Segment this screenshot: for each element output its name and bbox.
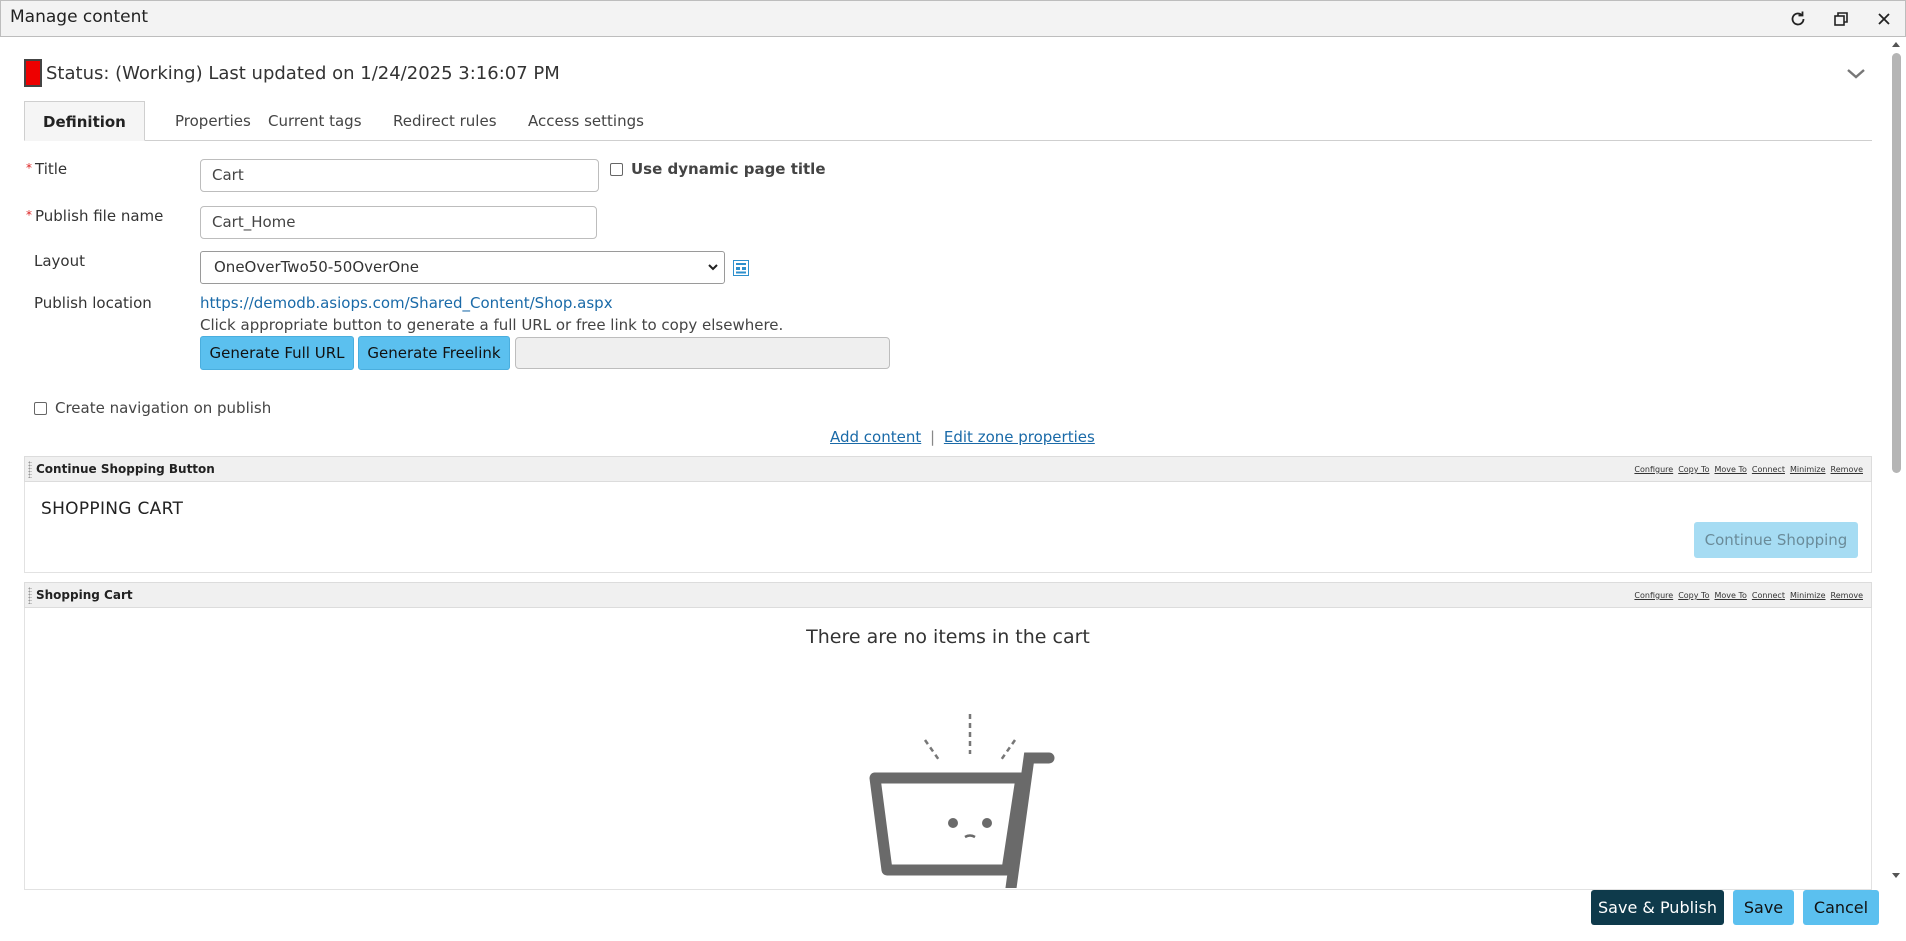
part-body-continue-shopping: SHOPPING CART Continue Shopping: [24, 482, 1872, 573]
edit-zone-properties-link[interactable]: Edit zone properties: [944, 428, 1095, 446]
dynamic-title-label: Use dynamic page title: [631, 160, 826, 178]
minimize-link[interactable]: Minimize: [1790, 591, 1826, 600]
status-text: Status: (Working) Last updated on 1/24/2…: [46, 62, 560, 84]
publish-file-label-text: Publish file name: [35, 207, 164, 225]
scrollbar-thumb[interactable]: [1892, 53, 1901, 473]
zone-links-separator: |: [930, 428, 936, 446]
chevron-down-icon[interactable]: [1845, 66, 1867, 82]
create-navigation-checkbox[interactable]: [34, 402, 47, 415]
copy-to-link[interactable]: Copy To: [1678, 465, 1709, 474]
layout-label: Layout: [34, 252, 85, 270]
refresh-icon[interactable]: [1785, 6, 1811, 32]
tab-bar: Definition Properties Current tags Redir…: [24, 101, 1872, 141]
cancel-button[interactable]: Cancel: [1803, 890, 1879, 925]
move-to-link[interactable]: Move To: [1714, 465, 1746, 474]
move-to-link[interactable]: Move To: [1714, 591, 1746, 600]
copy-to-link[interactable]: Copy To: [1678, 591, 1709, 600]
vertical-scrollbar[interactable]: [1889, 40, 1904, 885]
status-flag-icon: [24, 59, 42, 87]
generate-freelink-button[interactable]: Generate Freelink: [358, 336, 510, 370]
required-marker: *: [26, 161, 32, 175]
scroll-down-icon[interactable]: [1891, 872, 1901, 880]
continue-shopping-button[interactable]: Continue Shopping: [1694, 522, 1858, 558]
minimize-link[interactable]: Minimize: [1790, 465, 1826, 474]
add-content-link[interactable]: Add content: [830, 428, 921, 446]
save-publish-button[interactable]: Save & Publish: [1591, 890, 1724, 925]
scroll-up-icon[interactable]: [1891, 40, 1901, 48]
drag-handle-icon[interactable]: [28, 461, 32, 478]
required-marker: *: [26, 208, 32, 222]
zone-links: Add content | Edit zone properties: [830, 428, 1095, 446]
create-navigation-label: Create navigation on publish: [55, 399, 272, 417]
part-header-continue-shopping[interactable]: Continue Shopping Button Configure Copy …: [24, 456, 1872, 482]
dynamic-title-checkbox[interactable]: [610, 163, 623, 176]
part-body-shopping-cart: There are no items in the cart: [24, 608, 1872, 890]
configure-link[interactable]: Configure: [1634, 591, 1673, 600]
remove-link[interactable]: Remove: [1831, 465, 1863, 474]
publish-location-link[interactable]: https://demodb.asiops.com/Shared_Content…: [200, 294, 613, 312]
publish-file-label: * Publish file name: [26, 207, 163, 225]
part-actions: Configure Copy To Move To Connect Minimi…: [1634, 591, 1863, 600]
connect-link[interactable]: Connect: [1752, 465, 1785, 474]
tab-current-tags[interactable]: Current tags: [250, 101, 380, 141]
generated-link-field[interactable]: [515, 337, 890, 369]
shopping-cart-heading: SHOPPING CART: [41, 499, 184, 519]
title-label-text: Title: [35, 160, 68, 178]
publish-file-input[interactable]: Cart_Home: [200, 206, 597, 239]
part-title: Continue Shopping Button: [36, 462, 215, 476]
empty-cart-icon: [869, 714, 1055, 888]
window-title: Manage content: [10, 7, 149, 27]
connect-link[interactable]: Connect: [1752, 591, 1785, 600]
restore-window-icon[interactable]: [1828, 6, 1854, 32]
save-button[interactable]: Save: [1733, 890, 1794, 925]
drag-handle-icon[interactable]: [28, 587, 32, 604]
layout-select-value: OneOverTwo50-50OverOne: [214, 258, 419, 276]
layout-select[interactable]: OneOverTwo50-50OverOne: [200, 251, 725, 284]
tab-redirect-rules[interactable]: Redirect rules: [375, 101, 515, 141]
close-icon[interactable]: [1871, 6, 1897, 32]
publish-location-label: Publish location: [34, 294, 152, 312]
part-actions: Configure Copy To Move To Connect Minimi…: [1634, 465, 1863, 474]
tab-definition[interactable]: Definition: [24, 101, 145, 141]
layout-preview-icon[interactable]: [733, 260, 749, 280]
part-title: Shopping Cart: [36, 588, 133, 602]
generate-full-url-button[interactable]: Generate Full URL: [200, 336, 354, 370]
title-input[interactable]: Cart: [200, 159, 599, 192]
part-header-shopping-cart[interactable]: Shopping Cart Configure Copy To Move To …: [24, 582, 1872, 608]
tab-access-settings[interactable]: Access settings: [510, 101, 662, 141]
select-chevron-icon: [708, 264, 718, 271]
status-bar: Status: (Working) Last updated on 1/24/2…: [24, 58, 560, 88]
publish-hint: Click appropriate button to generate a f…: [200, 316, 784, 334]
configure-link[interactable]: Configure: [1634, 465, 1673, 474]
remove-link[interactable]: Remove: [1831, 591, 1863, 600]
title-label: * Title: [26, 160, 67, 178]
window-titlebar: Manage content: [0, 0, 1906, 37]
empty-cart-message: There are no items in the cart: [806, 626, 1090, 648]
